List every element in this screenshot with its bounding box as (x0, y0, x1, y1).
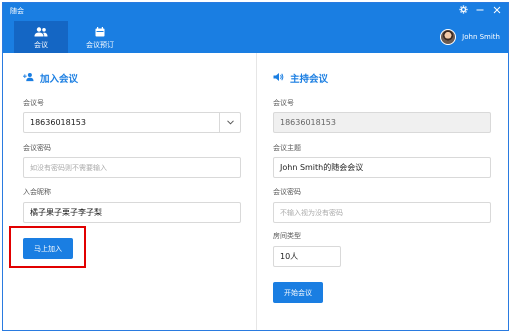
join-meeting-title: 加入会议 (40, 74, 79, 85)
join-password-input[interactable]: 如没有密码则不需要输入 (23, 157, 241, 178)
topic-input[interactable]: John Smith的随会会议 (273, 157, 491, 178)
topic-label: 会议主题 (273, 144, 301, 152)
host-meeting-panel: 主持会议 会议号 18636018153 会议主题 John Smith的随会会… (257, 53, 508, 330)
host-meeting-title: 主持会议 (290, 74, 329, 85)
user-name: John Smith (462, 33, 500, 41)
calendar-icon (95, 26, 105, 37)
highlight-box (9, 226, 86, 268)
host-password-label: 会议密码 (273, 188, 301, 196)
meeting-id-value: 18636018153 (30, 118, 86, 127)
tab-meeting[interactable]: 会议 (14, 21, 68, 53)
meeting-id-label: 会议号 (23, 99, 44, 107)
app-window: 随会 会议 会议预订 John Smith 加入会议 会议号 186360181… (2, 2, 509, 331)
tab-booking[interactable]: 会议预订 (72, 21, 128, 53)
host-password-placeholder: 不输入视为没有密码 (280, 208, 343, 217)
nickname-input[interactable]: 橘子果子栗子李子梨 (23, 202, 241, 223)
user-profile[interactable]: John Smith (440, 29, 500, 45)
host-password-input[interactable]: 不输入视为没有密码 (273, 202, 491, 223)
start-meeting-button[interactable]: 开始会议 (273, 282, 323, 303)
topic-value: John Smith的随会会议 (280, 163, 364, 172)
tab-booking-label: 会议预订 (86, 41, 114, 49)
tab-meeting-label: 会议 (34, 41, 48, 49)
title-bar: 随会 会议 会议预订 John Smith (3, 3, 508, 53)
host-meeting-header: 主持会议 (273, 71, 328, 85)
host-meeting-id-value: 18636018153 (280, 118, 336, 127)
host-meeting-id-field: 18636018153 (273, 112, 491, 133)
join-password-label: 会议密码 (23, 144, 51, 152)
people-icon (34, 26, 48, 37)
avatar[interactable] (440, 29, 457, 45)
room-type-value: 10人 (280, 252, 299, 261)
join-password-placeholder: 如没有密码则不需要输入 (30, 163, 107, 172)
add-person-icon (23, 72, 34, 84)
meeting-id-input[interactable]: 18636018153 (23, 112, 241, 133)
nickname-value: 橘子果子栗子李子梨 (30, 208, 102, 217)
speaker-icon (273, 72, 284, 84)
room-type-label: 房间类型 (273, 232, 301, 240)
join-meeting-header: 加入会议 (23, 71, 78, 85)
room-type-select[interactable]: 10人 (273, 246, 341, 267)
join-meeting-panel: 加入会议 会议号 18636018153 会议密码 如没有密码则不需要输入 入会… (3, 53, 257, 330)
window-controls (458, 5, 502, 17)
host-meeting-id-label: 会议号 (273, 99, 294, 107)
chevron-down-icon[interactable] (219, 113, 240, 132)
app-title: 随会 (10, 7, 24, 15)
nickname-label: 入会昵称 (23, 188, 51, 196)
minimize-icon[interactable] (475, 6, 485, 17)
settings-icon[interactable] (458, 5, 468, 17)
close-icon[interactable] (492, 6, 502, 17)
